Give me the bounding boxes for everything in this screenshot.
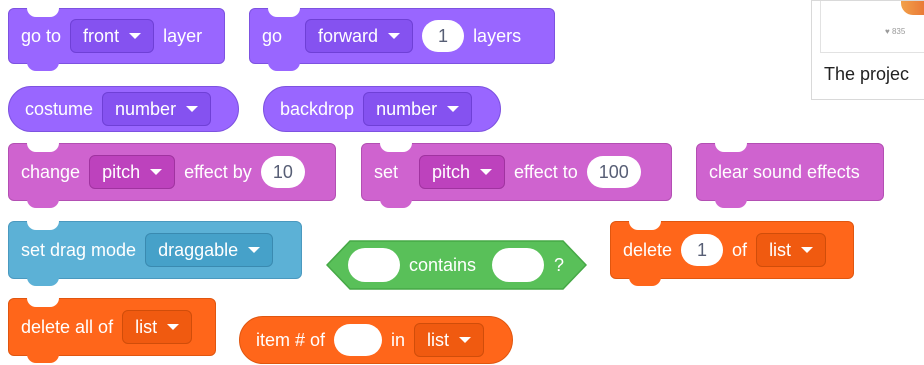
block-label: set drag mode [21,239,137,260]
block-label: go to [21,25,62,46]
block-label: costume [25,98,94,119]
go-forward-layers-block[interactable]: go forward 1 layers [249,8,555,71]
item-text-slot[interactable] [334,324,383,356]
delete-item-block[interactable]: delete 1 of list [610,221,854,286]
block-label: delete all of [21,316,114,337]
go-to-layer-block[interactable]: go to front layer [8,8,225,71]
block-label: of [732,239,748,260]
layers-input[interactable]: 1 [422,20,465,52]
block-label: effect by [184,161,252,182]
left-text-slot[interactable] [348,248,400,282]
effect-dropdown[interactable]: pitch [89,155,176,189]
list-dropdown[interactable]: list [756,233,827,267]
right-text-slot[interactable] [492,248,544,282]
contains-boolean-block[interactable]: contains ? [326,240,587,290]
block-label: layer [163,25,203,46]
chevron-down-icon [167,324,180,330]
costume-dropdown[interactable]: number [102,92,212,126]
project-thumbnail[interactable]: ♥ 835 [820,1,924,53]
list-dropdown[interactable]: list [122,310,193,344]
chevron-down-icon [388,33,401,39]
direction-dropdown[interactable]: forward [305,19,414,53]
block-label: backdrop [280,98,355,119]
costume-number-reporter[interactable]: costume number [8,86,239,132]
chevron-down-icon [248,247,261,253]
item-number-reporter[interactable]: item # of in list [239,316,513,364]
effect-dropdown[interactable]: pitch [419,155,506,189]
chevron-down-icon [186,106,199,112]
delete-all-of-list-block[interactable]: delete all of list [8,298,216,363]
clear-sound-effects-block[interactable]: clear sound effects [696,143,884,208]
effect-value-input[interactable]: 10 [260,156,305,188]
chevron-down-icon [480,169,493,175]
block-label: clear sound effects [709,161,860,182]
project-preview-panel: ♥ 835 The projec [811,0,924,100]
love-count: ♥ 835 [885,27,906,36]
block-label: in [391,329,406,350]
block-label: effect to [514,161,578,182]
index-input[interactable]: 1 [681,234,724,266]
block-label: contains [409,254,477,275]
chevron-down-icon [129,33,142,39]
chevron-down-icon [459,337,472,343]
chevron-down-icon [447,106,460,112]
effect-value-input[interactable]: 100 [586,156,641,188]
layer-dropdown[interactable]: front [70,19,155,53]
set-effect-block[interactable]: set pitch effect to 100 [361,143,672,208]
chevron-down-icon [150,169,163,175]
list-dropdown[interactable]: list [414,323,485,357]
backdrop-dropdown[interactable]: number [363,92,473,126]
drag-mode-dropdown[interactable]: draggable [145,233,274,267]
block-label: set [374,161,399,182]
set-drag-mode-block[interactable]: set drag mode draggable [8,221,302,286]
block-label: delete [623,239,673,260]
block-label: item # of [256,329,326,350]
block-label: change [21,161,81,182]
question-mark: ? [554,254,565,275]
thumbnail-art [901,1,924,15]
project-caption: The projec [824,64,910,84]
block-label: layers [473,25,522,46]
change-effect-block[interactable]: change pitch effect by 10 [8,143,336,208]
chevron-down-icon [801,247,814,253]
block-label: go [262,25,283,46]
backdrop-number-reporter[interactable]: backdrop number [263,86,501,132]
